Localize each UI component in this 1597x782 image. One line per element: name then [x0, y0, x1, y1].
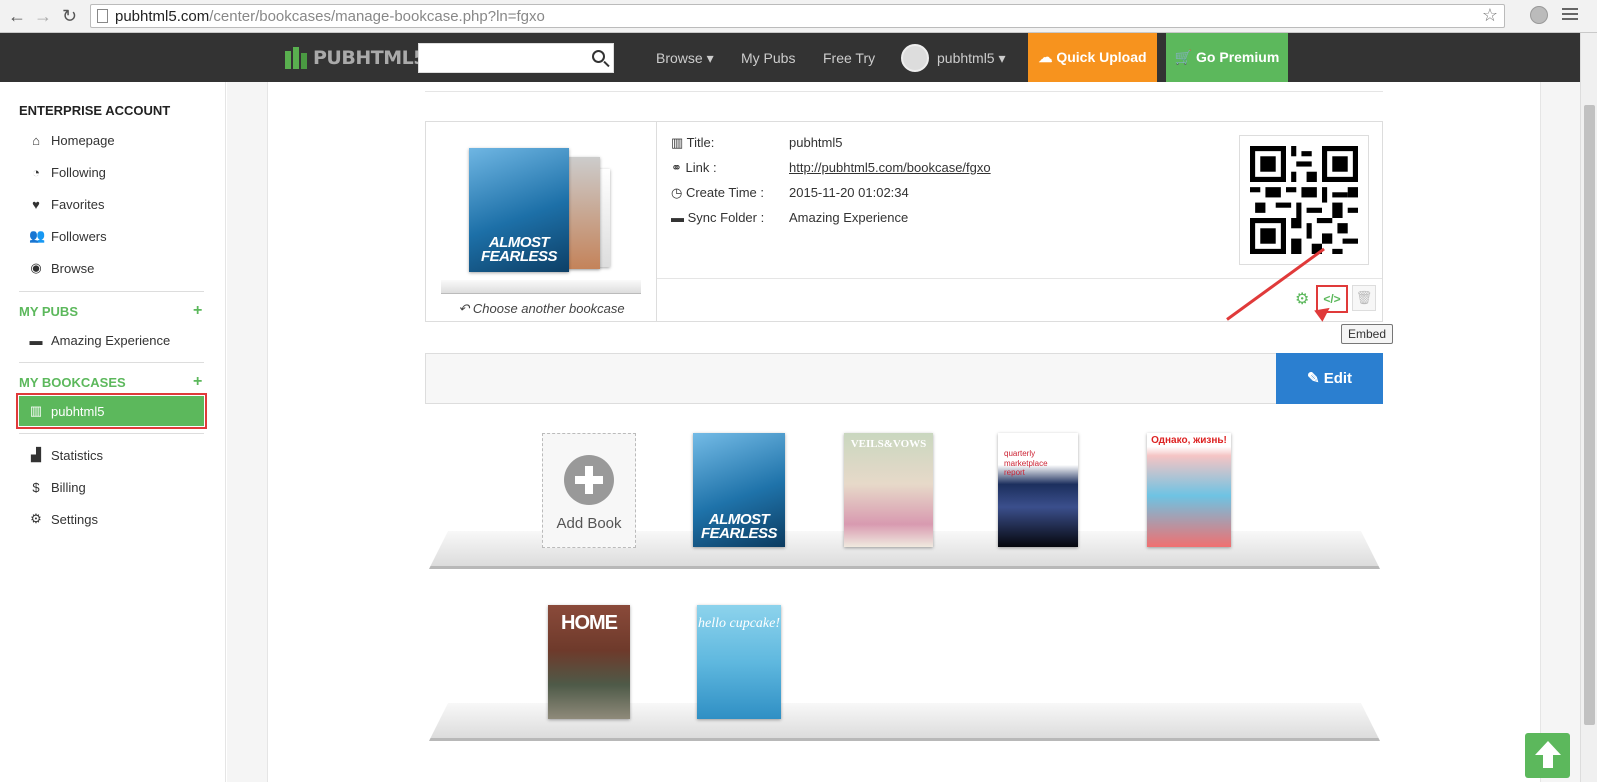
search-input[interactable]: [418, 43, 614, 73]
bookcase-settings-gear-icon[interactable]: ⚙: [1295, 289, 1309, 309]
scrollbar-thumb[interactable]: [1584, 105, 1595, 725]
browser-menu-icon[interactable]: [1562, 8, 1578, 23]
sidebar-item-following[interactable]: ◔ Following: [19, 158, 204, 186]
sidebar-divider: [19, 291, 204, 292]
panel-top-edge: [425, 82, 1383, 92]
address-url: pubhtml5.com/center/bookcases/manage-boo…: [115, 8, 545, 25]
rss-icon: ◔: [32, 164, 40, 180]
book-almost-fearless[interactable]: ALMOST FEARLESS: [693, 433, 785, 547]
edit-button[interactable]: ✎ Edit: [1276, 353, 1383, 404]
bar-chart-icon: ▟: [31, 447, 41, 462]
my-pubs-heading: MY PUBS: [19, 304, 78, 319]
bookcase-icon: ▥: [29, 403, 43, 418]
bookmark-star-icon[interactable]: ☆: [1482, 5, 1498, 26]
nav-my-pubs[interactable]: My Pubs: [741, 50, 795, 66]
add-pub-plus-icon[interactable]: +: [193, 302, 202, 320]
card-divider: [657, 278, 1382, 279]
home-icon: ⌂: [32, 132, 40, 148]
edit-bar: [425, 353, 1383, 404]
logo-icon: [285, 47, 307, 69]
bookcase-info-card: ALMOST FEARLESS ↶ Choose another bookcas…: [425, 121, 1383, 322]
link-label: ⚭ Link :: [671, 160, 717, 175]
featured-book-cover: ALMOST FEARLESS: [469, 148, 569, 272]
sync-folder-value: Amazing Experience: [789, 210, 909, 225]
book-quarterly-report[interactable]: quarterly marketplace report: [998, 433, 1078, 547]
sidebar-item-amazing-experience[interactable]: ▬ Amazing Experience: [19, 326, 204, 354]
book-hello-cupcake[interactable]: hello cupcake!: [697, 605, 781, 719]
sidebar-divider: [19, 433, 204, 434]
create-time-label: ◷ Create Time :: [671, 185, 764, 200]
avatar[interactable]: [901, 44, 929, 72]
back-to-top-button[interactable]: [1525, 733, 1570, 778]
quick-upload-button[interactable]: ☁ Quick Upload: [1028, 33, 1157, 82]
address-bar[interactable]: pubhtml5.com/center/bookcases/manage-boo…: [90, 4, 1505, 28]
page-scrollbar[interactable]: [1580, 33, 1597, 782]
bookcase-cover: ALMOST FEARLESS ↶ Choose another bookcas…: [426, 122, 657, 321]
sync-folder-label: ▬ Sync Folder :: [671, 210, 765, 225]
title-label: ▥ Title:: [671, 135, 715, 150]
dollar-icon: $: [32, 479, 40, 495]
title-value: pubhtml5: [789, 135, 843, 150]
qr-code: [1239, 135, 1369, 265]
account-heading: ENTERPRISE ACCOUNT: [19, 103, 171, 118]
sidebar-item-favorites[interactable]: ♥ Favorites: [19, 190, 204, 218]
browser-toolbar: ← → ↻ pubhtml5.com/center/bookcases/mana…: [0, 0, 1597, 33]
site-header: PUBHTML5 Browse ▾ My Pubs Free Try pubht…: [0, 33, 1580, 82]
plus-circle-icon: [564, 455, 614, 505]
sidebar-item-browse[interactable]: ◉ Browse: [19, 254, 204, 282]
sidebar-item-statistics[interactable]: ▟ Statistics: [19, 441, 204, 469]
forward-arrow-icon[interactable]: →: [34, 6, 52, 26]
bookcase-link[interactable]: http://pubhtml5.com/bookcase/fgxo: [789, 160, 991, 175]
sidebar-item-pubhtml5-bookcase[interactable]: ▥ pubhtml5: [16, 393, 207, 429]
heart-icon: ♥: [32, 196, 40, 212]
book-veils-vows[interactable]: VEILS&VOWS: [844, 433, 933, 547]
nav-free-try[interactable]: Free Try: [823, 50, 875, 66]
sidebar-item-homepage[interactable]: ⌂ Homepage: [19, 126, 204, 154]
book-odnako-zhizn[interactable]: Однако, жизнь!: [1147, 433, 1231, 547]
site-logo[interactable]: PUBHTML5: [285, 47, 426, 69]
eye-icon: ◉: [30, 260, 42, 275]
sidebar-divider: [19, 362, 204, 363]
add-book-label: Add Book: [556, 515, 622, 532]
folder-icon: ▬: [29, 332, 43, 348]
reload-icon[interactable]: ↻: [62, 6, 77, 26]
users-icon: 👥: [29, 228, 46, 243]
nav-browse[interactable]: Browse ▾: [656, 50, 714, 67]
go-premium-button[interactable]: 🛒 Go Premium: [1166, 33, 1288, 82]
back-arrow-icon[interactable]: ←: [8, 6, 26, 26]
delete-trash-icon[interactable]: 🗑: [1352, 285, 1376, 311]
my-bookcases-heading: MY BOOKCASES: [19, 375, 126, 390]
gear-icon: ⚙: [30, 511, 42, 526]
sidebar: ENTERPRISE ACCOUNT ⌂ Homepage ◔ Following …: [0, 82, 226, 782]
add-bookcase-plus-icon[interactable]: +: [193, 373, 202, 391]
choose-another-bookcase-link[interactable]: ↶ Choose another bookcase: [426, 301, 657, 317]
qr-code-image: [1250, 146, 1358, 254]
sidebar-item-followers[interactable]: 👥 Followers: [19, 222, 204, 250]
page-icon: [97, 9, 108, 23]
create-time-value: 2015-11-20 01:02:34: [789, 185, 909, 200]
extension-globe-icon[interactable]: [1530, 6, 1548, 24]
sidebar-item-settings[interactable]: ⚙ Settings: [19, 505, 204, 533]
add-book-button[interactable]: Add Book: [542, 433, 636, 548]
search-icon[interactable]: [592, 50, 605, 63]
embed-tooltip: Embed: [1341, 324, 1394, 344]
mini-shelf: [441, 280, 641, 294]
user-menu[interactable]: pubhtml5 ▾: [937, 50, 1006, 67]
book-home[interactable]: HOME: [548, 605, 630, 719]
sidebar-item-billing[interactable]: $ Billing: [19, 473, 204, 501]
logo-text: PUBHTML5: [313, 47, 426, 69]
